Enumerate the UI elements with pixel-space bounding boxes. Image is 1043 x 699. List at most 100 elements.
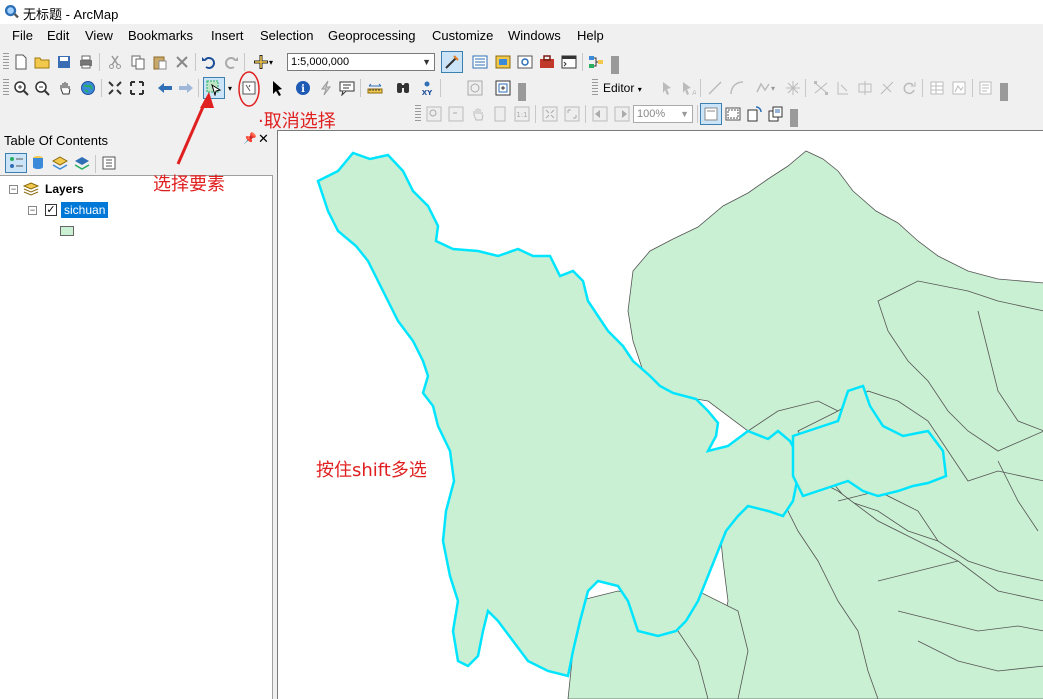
menu-help[interactable]: Help: [577, 28, 604, 43]
layout-forward-button[interactable]: [613, 105, 631, 123]
toolbar-grip[interactable]: [415, 105, 421, 123]
time-slider-button[interactable]: [466, 79, 484, 97]
new-doc-button[interactable]: [12, 53, 30, 71]
identify-button[interactable]: i: [294, 79, 312, 97]
menu-selection[interactable]: Selection: [260, 28, 313, 43]
fixed-zoom-out-layout-button[interactable]: [563, 105, 581, 123]
list-by-source-button[interactable]: [29, 154, 47, 172]
menu-windows[interactable]: Windows: [508, 28, 561, 43]
add-data-button[interactable]: ▾: [249, 53, 277, 71]
toc-window-button[interactable]: [471, 53, 489, 71]
redo-button[interactable]: [222, 53, 240, 71]
layout-zoom-in-button[interactable]: [425, 105, 443, 123]
go-to-xy-button[interactable]: XY: [418, 79, 436, 97]
trace-button[interactable]: ▾: [752, 79, 778, 97]
find-button[interactable]: [394, 79, 412, 97]
zoom-whole-page-button[interactable]: [491, 105, 509, 123]
undo-button[interactable]: [200, 53, 218, 71]
chevron-down-icon[interactable]: ▼: [680, 106, 689, 122]
paste-button[interactable]: [151, 53, 169, 71]
end-point-arc-button[interactable]: [728, 79, 746, 97]
toolbar-overflow-icon[interactable]: [518, 83, 526, 101]
sketch-properties-button[interactable]: [950, 79, 968, 97]
cut-polygons-button[interactable]: [856, 79, 874, 97]
search-window-button[interactable]: [516, 53, 534, 71]
full-extent-button[interactable]: [79, 79, 97, 97]
layer-symbol-swatch[interactable]: [60, 226, 74, 236]
select-features-dropdown[interactable]: ▾: [225, 79, 235, 97]
layer-visibility-checkbox[interactable]: ✓: [45, 204, 57, 216]
menu-geoprocessing[interactable]: Geoprocessing: [328, 28, 415, 43]
measure-button[interactable]: [366, 79, 384, 97]
select-features-button[interactable]: [203, 77, 225, 99]
change-layout-button[interactable]: [746, 105, 764, 123]
rotate-button[interactable]: [900, 79, 918, 97]
zoom-100-button[interactable]: 1:1: [513, 105, 531, 123]
clear-selection-button[interactable]: [240, 79, 258, 97]
focus-data-frame-button[interactable]: [724, 105, 742, 123]
save-button[interactable]: [55, 53, 73, 71]
zoom-in-button[interactable]: [12, 79, 30, 97]
cut-button[interactable]: [106, 53, 124, 71]
layout-pan-button[interactable]: [469, 105, 487, 123]
data-driven-pages-button[interactable]: [767, 105, 785, 123]
editor-toolbar-button[interactable]: [441, 51, 463, 73]
hyperlink-button[interactable]: [317, 79, 335, 97]
toggle-draft-mode-button[interactable]: [700, 103, 722, 125]
pan-button[interactable]: [56, 79, 74, 97]
point-button[interactable]: [784, 79, 802, 97]
edit-tool-button[interactable]: [658, 79, 676, 97]
menu-customize[interactable]: Customize: [432, 28, 493, 43]
toolbar-grip[interactable]: [592, 79, 598, 97]
layout-zoom-out-button[interactable]: [447, 105, 465, 123]
data-frame-label[interactable]: Layers: [45, 182, 84, 196]
copy-button[interactable]: [129, 53, 147, 71]
edit-annotation-button[interactable]: A: [679, 79, 697, 97]
layout-back-button[interactable]: [591, 105, 609, 123]
reshape-button[interactable]: [834, 79, 852, 97]
straight-segment-button[interactable]: [706, 79, 724, 97]
chevron-down-icon[interactable]: ▼: [422, 54, 431, 70]
toc-options-button[interactable]: [100, 154, 118, 172]
back-extent-button[interactable]: [156, 79, 174, 97]
list-by-selection-button[interactable]: [73, 154, 91, 172]
collapse-icon[interactable]: −: [9, 185, 18, 194]
open-button[interactable]: [33, 53, 51, 71]
print-button[interactable]: [77, 53, 95, 71]
map-view[interactable]: [277, 130, 1043, 699]
menu-insert[interactable]: Insert: [211, 28, 244, 43]
editor-menu-button[interactable]: Editor ▾: [603, 81, 642, 95]
map-canvas[interactable]: [278, 131, 1043, 699]
edit-vertices-button[interactable]: [812, 79, 830, 97]
pin-icon[interactable]: 📌: [243, 132, 257, 145]
create-features-button[interactable]: [977, 79, 995, 97]
split-button[interactable]: [878, 79, 896, 97]
select-elements-button[interactable]: [268, 79, 286, 97]
menu-edit[interactable]: Edit: [47, 28, 69, 43]
fixed-zoom-out-button[interactable]: [128, 79, 146, 97]
list-by-drawing-order-button[interactable]: [5, 153, 27, 173]
catalog-window-button[interactable]: [494, 53, 512, 71]
menu-view[interactable]: View: [85, 28, 113, 43]
model-builder-button[interactable]: [587, 53, 605, 71]
toolbar-overflow-icon[interactable]: [611, 56, 619, 74]
toolbar-grip[interactable]: [3, 79, 9, 97]
menu-bookmarks[interactable]: Bookmarks: [128, 28, 193, 43]
layer-name-sichuan[interactable]: sichuan: [61, 202, 109, 218]
python-window-button[interactable]: [560, 53, 578, 71]
layout-zoom-combo[interactable]: 100% ▼: [633, 105, 693, 123]
forward-extent-button[interactable]: [177, 79, 195, 97]
menu-file[interactable]: File: [12, 28, 33, 43]
fixed-zoom-in-layout-button[interactable]: [541, 105, 559, 123]
delete-button[interactable]: [173, 53, 191, 71]
create-viewer-button[interactable]: [494, 79, 512, 97]
close-icon[interactable]: ✕: [258, 131, 269, 147]
map-scale-combo[interactable]: 1:5,000,000 ▼: [287, 53, 435, 71]
attributes-button[interactable]: [928, 79, 946, 97]
fixed-zoom-in-button[interactable]: [106, 79, 124, 97]
toolbar-overflow-icon[interactable]: [1000, 83, 1008, 101]
collapse-icon[interactable]: −: [28, 206, 37, 215]
toolbar-grip[interactable]: [3, 53, 9, 71]
arctoolbox-button[interactable]: [538, 53, 556, 71]
toolbar-overflow-icon[interactable]: [790, 109, 798, 127]
